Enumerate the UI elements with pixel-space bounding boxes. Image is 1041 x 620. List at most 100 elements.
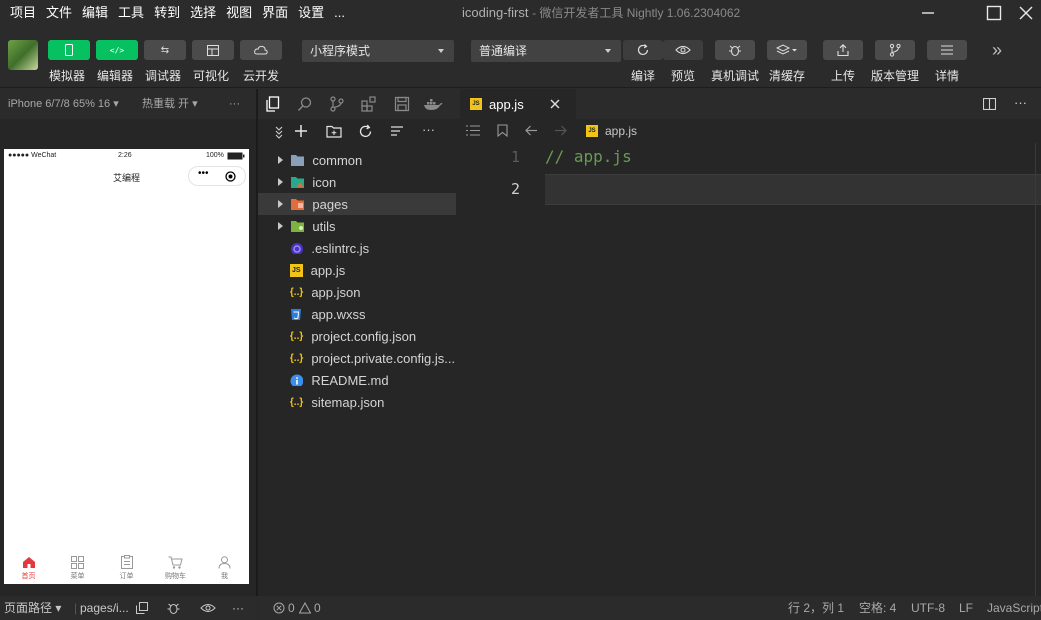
tree-file-sitemap[interactable]: {..} sitemap.json [258,391,456,413]
warning-count[interactable]: 0 [314,596,321,620]
files-icon[interactable] [265,96,281,112]
preview-button[interactable] [663,40,703,60]
debugger-toggle-button[interactable]: ⇆ [144,40,186,60]
minimize-button[interactable] [906,0,950,26]
upload-button[interactable] [823,40,863,60]
real-device-debug-label: 真机调试 [711,69,760,83]
menu-bar: 项目 文件 编辑 工具 转到 选择 视图 界面 设置 ... icoding-f… [0,0,1041,26]
more-button[interactable]: ··· [232,596,244,620]
tree-file-readme[interactable]: README.md [258,369,456,391]
menu-file[interactable]: 文件 [42,0,76,26]
capsule-menu[interactable]: ••• [188,166,246,186]
code-editor[interactable]: 1 // app.js 2 [460,143,1041,596]
menu-settings[interactable]: 设置 [294,0,328,26]
simulator-more-button[interactable]: ··· [229,89,240,119]
encoding[interactable]: UTF-8 [911,596,945,620]
sort-icon[interactable] [390,125,404,137]
phone-tab-orders[interactable]: 订单 [102,549,151,584]
phone-tab-me[interactable]: 我 [200,549,249,584]
hot-reload-select[interactable]: 热重载 开 ▾ [142,89,198,119]
close-window-button[interactable] [1004,0,1041,26]
capsule-close-icon[interactable] [225,171,236,182]
phone-tab-home[interactable]: 首页 [4,549,53,584]
copy-icon[interactable] [136,602,148,614]
warning-icon[interactable] [299,602,311,614]
mode-select[interactable]: 小程序模式 [302,40,454,62]
tree-file-eslintrc[interactable]: .eslintrc.js [258,237,456,259]
source-control-icon[interactable] [329,96,345,112]
eye-icon[interactable] [200,603,216,613]
add-folder-icon[interactable] [326,124,342,138]
tree-folder-common[interactable]: common [258,149,456,171]
tree-folder-pages[interactable]: pages [258,193,456,215]
compile-mode-select[interactable]: 普通编译 [471,40,621,62]
docker-icon[interactable] [423,96,443,112]
phone-tab-cart[interactable]: 购物车 [151,549,200,584]
extensions-icon[interactable] [361,96,377,112]
tree-file-app-json[interactable]: {..} app.json [258,281,456,303]
arrow-forward-icon[interactable] [554,125,567,136]
add-file-icon[interactable] [294,124,308,138]
menu-select[interactable]: 选择 [186,0,220,26]
toolbar-overflow-icon[interactable]: » [992,38,1002,62]
visual-toggle-button[interactable] [192,40,234,60]
editor-more-button[interactable]: ··· [1014,89,1027,117]
tree-file-app-js[interactable]: JS app.js [258,259,456,281]
cursor-position[interactable]: 行 2，列 1 [788,596,844,620]
menu-tools[interactable]: 工具 [114,0,148,26]
error-count[interactable]: 0 [288,596,295,620]
user-avatar[interactable] [8,40,38,70]
minimize-icon [922,12,934,14]
json-file-icon: {..} [289,286,304,298]
breadcrumb-file[interactable]: app.js [605,119,637,143]
window-title: icoding-first - 微信开发者工具 Nightly 1.06.230… [462,0,740,26]
version-control-button[interactable] [875,40,915,60]
menu-more[interactable]: ... [330,0,349,26]
details-button[interactable] [927,40,967,60]
close-icon [1019,6,1033,20]
language-mode[interactable]: JavaScript [987,596,1041,620]
tree-folder-utils[interactable]: utils [258,215,456,237]
clear-cache-button[interactable] [767,40,807,60]
phone-status-bar: ●●●●● WeChat 2:26 100% [4,149,249,163]
menu-interface[interactable]: 界面 [258,0,292,26]
simulator-label: 模拟器 [49,69,86,83]
simulator-toggle-button[interactable] [48,40,90,60]
arrow-back-icon[interactable] [525,125,538,136]
indent-setting[interactable]: 空格: 4 [859,596,896,620]
editor-tab-app-js[interactable]: JS app.js [460,89,576,119]
phone-tab-menu[interactable]: 菜单 [53,549,102,584]
bug-icon[interactable] [167,601,180,615]
menu-project[interactable]: 项目 [6,0,40,26]
storage-icon[interactable] [394,96,410,112]
tree-file-project-private-config[interactable]: {..} project.private.config.js... [258,347,456,369]
capsule-more-icon[interactable]: ••• [198,164,209,184]
search-icon[interactable] [297,96,313,112]
tab-label: 菜单 [70,573,85,580]
overview-ruler[interactable] [1035,143,1036,596]
page-path[interactable]: pages/i... [80,596,129,620]
collapse-arrows-icon[interactable] [274,125,284,139]
close-tab-icon[interactable] [550,99,560,109]
device-select[interactable]: iPhone 6/7/8 65% 16 ▾ [8,89,119,119]
phone-screen[interactable]: ●●●●● WeChat 2:26 100% 艾编程 ••• 首页 菜单 订单 … [4,149,249,584]
cloud-dev-button[interactable] [240,40,282,60]
line-number: 1 [510,148,520,166]
explorer-more-button[interactable]: ··· [422,119,435,141]
real-device-debug-button[interactable] [715,40,755,60]
compile-button[interactable] [623,40,663,60]
tree-file-app-wxss[interactable]: app.wxss [258,303,456,325]
line-ending[interactable]: LF [959,596,973,620]
menu-edit[interactable]: 编辑 [78,0,112,26]
outline-list-icon[interactable] [466,125,480,136]
menu-goto[interactable]: 转到 [150,0,184,26]
error-icon[interactable] [273,602,285,614]
page-path-select[interactable]: 页面路径 ▾ [4,596,61,620]
refresh-icon[interactable] [358,124,373,139]
editor-toggle-button[interactable]: </> [96,40,138,60]
split-editor-icon[interactable] [983,98,996,110]
bookmark-icon[interactable] [497,124,508,137]
tree-folder-icon[interactable]: icon [258,171,456,193]
tree-file-project-config[interactable]: {..} project.config.json [258,325,456,347]
menu-view[interactable]: 视图 [222,0,256,26]
